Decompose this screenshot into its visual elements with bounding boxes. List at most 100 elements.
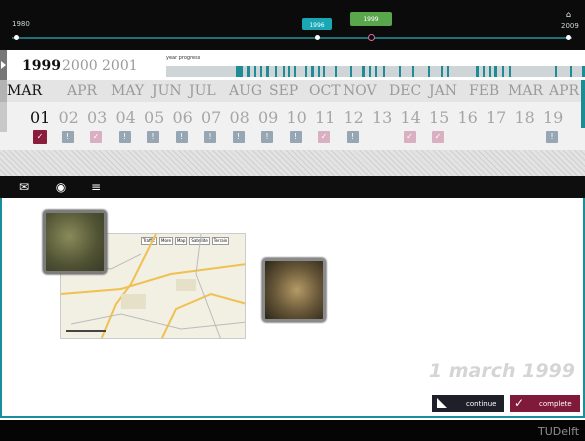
day-item[interactable]: 10 [287,108,307,127]
progress-tick [428,66,430,77]
year-progress-label: year progress [166,55,201,61]
progress-tick [476,66,479,77]
month-item[interactable]: MAR [508,83,543,99]
day-item[interactable]: 11 [315,108,335,127]
month-item[interactable]: FEB [469,83,499,99]
day-item[interactable]: 12 [344,108,364,127]
day-item[interactable]: 05 [144,108,164,127]
day-item[interactable]: 07 [201,108,221,127]
timeline-start-label: 1980 [12,20,30,28]
month-item[interactable]: APR [67,83,97,99]
progress-tick [254,66,256,77]
year-prev-tab[interactable] [0,50,7,80]
pending-marker-icon[interactable]: ! [175,131,188,143]
month-prev-tab[interactable] [0,80,7,102]
month-item[interactable]: DEC [389,83,421,99]
timeline-bar [0,0,585,50]
day-item[interactable]: 04 [116,108,136,127]
progress-tick [489,66,491,77]
day-item[interactable]: 03 [87,108,107,127]
pending-marker-icon[interactable]: ! [147,131,159,143]
continue-button[interactable]: continue [432,395,504,412]
pending-marker-icon[interactable]: ! [204,131,216,143]
day-item[interactable]: 14 [401,108,421,127]
month-item[interactable]: JAN [429,83,457,99]
day-prev-tab[interactable] [0,102,7,132]
progress-tick [383,66,385,77]
completed-marker-icon[interactable]: ✓ [318,131,330,143]
pending-marker-icon[interactable]: ! [61,131,74,143]
progress-tick [570,66,572,77]
day-item[interactable]: 18 [515,108,535,127]
pending-marker-icon[interactable]: ! [546,131,558,143]
timeline-marker-1999[interactable]: 1999 [350,12,392,26]
continue-button-label: continue [466,400,497,408]
timeline-marker-1996-dot[interactable] [315,35,320,40]
month-item[interactable]: JUL [189,83,216,99]
progress-tick [399,66,401,77]
month-item[interactable]: AUG [229,83,262,99]
month-item[interactable]: MAR [7,83,42,99]
completed-marker-icon[interactable]: ✓ [33,130,47,144]
timeline-marker-1996[interactable]: 1996 [302,18,332,30]
day-item[interactable]: 09 [258,108,278,127]
pending-marker-icon[interactable]: ! [118,131,131,143]
progress-tick [369,66,371,77]
photo-thumbnail-leopard[interactable] [262,258,326,322]
pending-marker-icon[interactable]: ! [346,131,359,143]
month-item[interactable]: APR [549,83,579,99]
pending-marker-icon[interactable]: ! [289,131,302,143]
progress-tick [247,66,250,77]
home-icon[interactable]: ⌂ [566,10,571,19]
progress-tick [375,66,377,77]
progress-tick [441,66,443,77]
month-item[interactable]: SEP [269,83,298,99]
day-item[interactable]: 15 [429,108,449,127]
day-item[interactable]: 08 [230,108,250,127]
day-item[interactable]: 16 [458,108,478,127]
footer-bar [0,420,585,441]
completed-marker-icon[interactable]: ✓ [90,131,102,143]
day-item[interactable]: 02 [59,108,79,127]
progress-tick [447,66,449,77]
photo-thumbnail-mossy[interactable] [43,210,107,274]
day-item[interactable]: 06 [173,108,193,127]
month-item[interactable]: JUN [152,83,182,99]
complete-button-label: complete [539,400,572,408]
progress-tick [483,66,485,77]
timeline-axis [12,37,572,39]
day-item[interactable]: 19 [543,108,563,127]
day-item[interactable]: 01 [30,108,50,127]
year-option[interactable]: 2001 [102,58,138,74]
progress-tick [494,66,497,77]
completed-marker-icon[interactable]: ✓ [432,131,444,143]
progress-tick [335,66,337,77]
progress-tick [266,66,269,77]
pending-marker-icon[interactable]: ! [261,131,273,143]
month-scroll-indicator[interactable] [581,80,585,102]
pending-marker-icon[interactable]: ! [232,131,245,143]
add-list-icon[interactable]: ≡ [87,180,105,194]
timeline-current-dot[interactable] [368,34,375,41]
year-option[interactable]: 2000 [62,58,98,74]
timeline-end-label: 2009 [561,22,579,30]
progress-tick [318,66,320,77]
progress-tick [509,66,511,77]
complete-button[interactable]: ✓ complete [510,395,580,412]
timeline-start-dot[interactable] [14,35,19,40]
day-scroll-indicator[interactable] [581,102,585,128]
timeline-end-dot[interactable] [566,35,571,40]
progress-tick [412,66,414,77]
day-item[interactable]: 13 [372,108,392,127]
month-item[interactable]: MAY [111,83,144,99]
progress-tick [275,66,277,77]
progress-tick [283,66,285,77]
progress-tick [294,66,296,77]
add-globe-icon[interactable]: ◉ [52,180,70,194]
completed-marker-icon[interactable]: ✓ [403,131,416,143]
year-selected[interactable]: 1999 [22,58,61,74]
month-item[interactable]: NOV [343,83,377,99]
add-note-icon[interactable]: ✉ [15,180,33,194]
day-item[interactable]: 17 [486,108,506,127]
month-item[interactable]: OCT [309,83,341,99]
